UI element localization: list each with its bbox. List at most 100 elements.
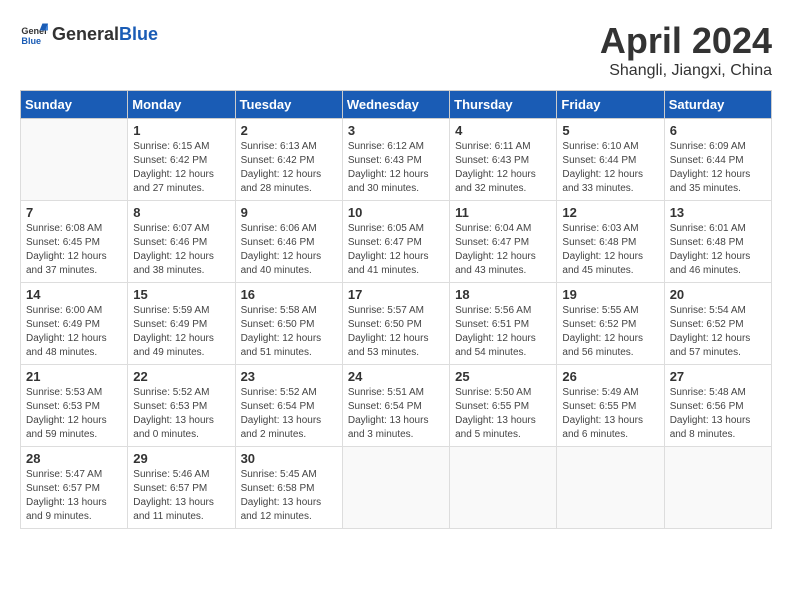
calendar-day-cell: 11 Sunrise: 6:04 AM Sunset: 6:47 PM Dayli… [450, 201, 557, 283]
day-number: 4 [455, 123, 551, 138]
calendar-day-cell: 10Sunrise: 6:05 AM Sunset: 6:47 PM Dayli… [342, 201, 449, 283]
calendar-day-cell: 26 Sunrise: 5:49 AM Sunset: 6:55 PM Dayli… [557, 365, 664, 447]
calendar-day-cell: 17 Sunrise: 5:57 AM Sunset: 6:50 PM Dayli… [342, 283, 449, 365]
day-info: Sunrise: 5:49 AM Sunset: 6:55 PM Dayligh… [562, 386, 658, 442]
calendar-day-cell: 8Sunrise: 6:07 AM Sunset: 6:46 PM Daylig… [128, 201, 235, 283]
day-number: 14 [26, 287, 122, 302]
day-info: Sunrise: 5:50 AM Sunset: 6:55 PM Dayligh… [455, 386, 551, 442]
calendar-header-row: SundayMondayTuesdayWednesdayThursdayFrid… [21, 91, 772, 119]
day-number: 25 [455, 369, 551, 384]
day-number: 22 [133, 369, 229, 384]
svg-text:Blue: Blue [21, 36, 41, 46]
calendar-day-cell: 28 Sunrise: 5:47 AM Sunset: 6:57 PM Dayli… [21, 447, 128, 529]
day-info: Sunrise: 5:51 AM Sunset: 6:54 PM Dayligh… [348, 386, 444, 442]
day-number: 11 [455, 205, 551, 220]
calendar-day-cell: 1Sunrise: 6:15 AM Sunset: 6:42 PM Daylig… [128, 119, 235, 201]
calendar-day-cell: 25 Sunrise: 5:50 AM Sunset: 6:55 PM Dayli… [450, 365, 557, 447]
calendar-day-cell: 6Sunrise: 6:09 AM Sunset: 6:44 PM Daylig… [664, 119, 771, 201]
calendar-header-tuesday: Tuesday [235, 91, 342, 119]
day-number: 9 [241, 205, 337, 220]
day-info: Sunrise: 5:54 AM Sunset: 6:52 PM Dayligh… [670, 304, 766, 360]
calendar-day-cell: 24 Sunrise: 5:51 AM Sunset: 6:54 PM Dayli… [342, 365, 449, 447]
calendar-day-cell: 15Sunrise: 5:59 AM Sunset: 6:49 PM Dayli… [128, 283, 235, 365]
day-info: Sunrise: 6:09 AM Sunset: 6:44 PM Dayligh… [670, 140, 766, 196]
calendar-week-row: 28 Sunrise: 5:47 AM Sunset: 6:57 PM Dayli… [21, 447, 772, 529]
logo-blue: Blue [119, 24, 158, 44]
day-info: Sunrise: 5:57 AM Sunset: 6:50 PM Dayligh… [348, 304, 444, 360]
day-info: Sunrise: 6:13 AM Sunset: 6:42 PM Dayligh… [241, 140, 337, 196]
day-info: Sunrise: 6:07 AM Sunset: 6:46 PM Dayligh… [133, 222, 229, 278]
calendar-week-row: 14 Sunrise: 6:00 AM Sunset: 6:49 PM Dayli… [21, 283, 772, 365]
calendar-day-cell: 2 Sunrise: 6:13 AM Sunset: 6:42 PM Daylig… [235, 119, 342, 201]
day-info: Sunrise: 6:01 AM Sunset: 6:48 PM Dayligh… [670, 222, 766, 278]
day-number: 3 [348, 123, 444, 138]
day-number: 16 [241, 287, 337, 302]
day-info: Sunrise: 5:47 AM Sunset: 6:57 PM Dayligh… [26, 468, 122, 524]
calendar-week-row: 21 Sunrise: 5:53 AM Sunset: 6:53 PM Dayli… [21, 365, 772, 447]
calendar-header-monday: Monday [128, 91, 235, 119]
calendar-day-cell: 29 Sunrise: 5:46 AM Sunset: 6:57 PM Dayli… [128, 447, 235, 529]
day-number: 19 [562, 287, 658, 302]
day-info: Sunrise: 6:04 AM Sunset: 6:47 PM Dayligh… [455, 222, 551, 278]
calendar-day-cell [342, 447, 449, 529]
day-number: 23 [241, 369, 337, 384]
calendar-header-sunday: Sunday [21, 91, 128, 119]
day-number: 12 [562, 205, 658, 220]
day-number: 1 [133, 123, 229, 138]
calendar-day-cell: 14 Sunrise: 6:00 AM Sunset: 6:49 PM Dayli… [21, 283, 128, 365]
calendar-day-cell [664, 447, 771, 529]
month-title: April 2024 [600, 20, 772, 62]
calendar-header-saturday: Saturday [664, 91, 771, 119]
logo: General Blue GeneralBlue [20, 20, 158, 48]
calendar-day-cell [450, 447, 557, 529]
calendar-header-friday: Friday [557, 91, 664, 119]
calendar-day-cell: 3Sunrise: 6:12 AM Sunset: 6:43 PM Daylig… [342, 119, 449, 201]
calendar-day-cell: 20 Sunrise: 5:54 AM Sunset: 6:52 PM Dayli… [664, 283, 771, 365]
day-info: Sunrise: 6:00 AM Sunset: 6:49 PM Dayligh… [26, 304, 122, 360]
calendar-week-row: 7 Sunrise: 6:08 AM Sunset: 6:45 PM Daylig… [21, 201, 772, 283]
day-number: 21 [26, 369, 122, 384]
calendar-day-cell: 4 Sunrise: 6:11 AM Sunset: 6:43 PM Daylig… [450, 119, 557, 201]
day-info: Sunrise: 6:08 AM Sunset: 6:45 PM Dayligh… [26, 222, 122, 278]
day-number: 20 [670, 287, 766, 302]
day-info: Sunrise: 6:03 AM Sunset: 6:48 PM Dayligh… [562, 222, 658, 278]
calendar-day-cell: 5 Sunrise: 6:10 AM Sunset: 6:44 PM Daylig… [557, 119, 664, 201]
day-number: 5 [562, 123, 658, 138]
calendar-day-cell: 22 Sunrise: 5:52 AM Sunset: 6:53 PM Dayli… [128, 365, 235, 447]
day-number: 24 [348, 369, 444, 384]
day-info: Sunrise: 5:45 AM Sunset: 6:58 PM Dayligh… [241, 468, 337, 524]
calendar-day-cell [21, 119, 128, 201]
day-info: Sunrise: 5:53 AM Sunset: 6:53 PM Dayligh… [26, 386, 122, 442]
day-number: 13 [670, 205, 766, 220]
logo-text: GeneralBlue [52, 24, 158, 45]
day-info: Sunrise: 5:52 AM Sunset: 6:53 PM Dayligh… [133, 386, 229, 442]
calendar-day-cell: 27Sunrise: 5:48 AM Sunset: 6:56 PM Dayli… [664, 365, 771, 447]
calendar-day-cell: 9 Sunrise: 6:06 AM Sunset: 6:46 PM Daylig… [235, 201, 342, 283]
day-number: 17 [348, 287, 444, 302]
calendar-day-cell: 19 Sunrise: 5:55 AM Sunset: 6:52 PM Dayli… [557, 283, 664, 365]
location-title: Shangli, Jiangxi, China [600, 62, 772, 80]
calendar-day-cell: 16Sunrise: 5:58 AM Sunset: 6:50 PM Dayli… [235, 283, 342, 365]
day-info: Sunrise: 5:52 AM Sunset: 6:54 PM Dayligh… [241, 386, 337, 442]
day-info: Sunrise: 5:55 AM Sunset: 6:52 PM Dayligh… [562, 304, 658, 360]
calendar-day-cell: 13 Sunrise: 6:01 AM Sunset: 6:48 PM Dayli… [664, 201, 771, 283]
calendar-day-cell: 18Sunrise: 5:56 AM Sunset: 6:51 PM Dayli… [450, 283, 557, 365]
day-number: 10 [348, 205, 444, 220]
day-number: 26 [562, 369, 658, 384]
day-number: 30 [241, 451, 337, 466]
calendar-day-cell: 30 Sunrise: 5:45 AM Sunset: 6:58 PM Dayli… [235, 447, 342, 529]
logo-general: General [52, 24, 119, 44]
day-number: 29 [133, 451, 229, 466]
day-info: Sunrise: 5:56 AM Sunset: 6:51 PM Dayligh… [455, 304, 551, 360]
title-area: April 2024 Shangli, Jiangxi, China [600, 20, 772, 80]
day-info: Sunrise: 5:46 AM Sunset: 6:57 PM Dayligh… [133, 468, 229, 524]
day-number: 2 [241, 123, 337, 138]
day-info: Sunrise: 6:11 AM Sunset: 6:43 PM Dayligh… [455, 140, 551, 196]
day-number: 28 [26, 451, 122, 466]
day-info: Sunrise: 6:10 AM Sunset: 6:44 PM Dayligh… [562, 140, 658, 196]
calendar-day-cell: 12 Sunrise: 6:03 AM Sunset: 6:48 PM Dayli… [557, 201, 664, 283]
day-info: Sunrise: 6:06 AM Sunset: 6:46 PM Dayligh… [241, 222, 337, 278]
calendar-table: SundayMondayTuesdayWednesdayThursdayFrid… [20, 90, 772, 529]
calendar-day-cell [557, 447, 664, 529]
day-number: 7 [26, 205, 122, 220]
